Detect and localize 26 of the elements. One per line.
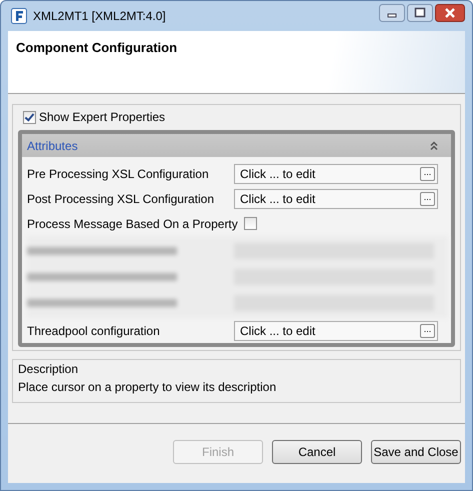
- dialog-heading: Component Configuration: [16, 40, 178, 55]
- description-text: Place cursor on a property to view its description: [18, 380, 276, 394]
- property-field[interactable]: Click ... to edit ...: [234, 164, 438, 184]
- property-label: Threadpool configuration: [27, 324, 161, 338]
- browse-button[interactable]: ...: [420, 166, 435, 180]
- checkbox[interactable]: [23, 110, 36, 124]
- browse-button[interactable]: ...: [420, 192, 435, 206]
- collapse-icon: [429, 140, 439, 150]
- property-label: Pre Processing XSL Configuration: [27, 166, 210, 180]
- close-button[interactable]: [435, 4, 465, 22]
- dialog-button[interactable]: Cancel: [272, 440, 362, 464]
- section-title: Attributes: [27, 138, 78, 152]
- property-label: Process Message Based On a Property: [27, 216, 238, 230]
- property-field[interactable]: Click ... to edit ...: [234, 188, 438, 208]
- property-field[interactable]: Click ... to edit ...: [234, 320, 438, 340]
- checkbox[interactable]: [244, 217, 257, 230]
- maximize-button[interactable]: [407, 4, 433, 22]
- description-title: Description: [18, 362, 78, 376]
- window-title: XML2MT1 [XML2MT:4.0]: [33, 9, 167, 23]
- property-label: Post Processing XSL Configuration: [27, 192, 215, 206]
- checkbox-label[interactable]: Show Expert Properties: [39, 110, 166, 124]
- section-header[interactable]: Attributes: [22, 134, 451, 157]
- dialog-button[interactable]: Save and Close: [371, 440, 461, 464]
- minimize-button[interactable]: [379, 4, 405, 22]
- browse-button[interactable]: ...: [420, 324, 435, 338]
- app-icon: [11, 8, 27, 24]
